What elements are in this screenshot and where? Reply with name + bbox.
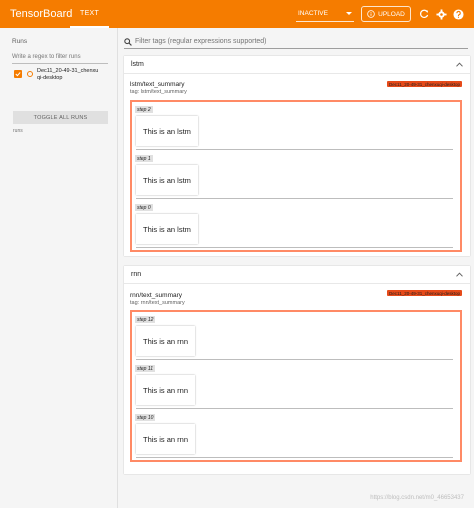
help-icon[interactable]: [452, 8, 464, 20]
step-content: This is an lstm: [136, 116, 453, 150]
step-content: This is an rnn: [136, 424, 453, 458]
step-entry: step 2 This is an lstm: [135, 106, 453, 152]
step-entry: step 10 This is an rnn: [135, 414, 453, 460]
category-name: lstm: [131, 61, 144, 68]
text-value: This is an lstm: [136, 214, 198, 244]
upload-label: UPLOAD: [378, 10, 405, 18]
upload-button[interactable]: UPLOAD: [361, 6, 411, 22]
check-icon: [15, 72, 21, 77]
step-content: This is an lstm: [136, 165, 453, 199]
runs-footer-label: runs: [13, 128, 23, 134]
summary-tag: tag: rnn/text_summary: [130, 300, 185, 306]
text-summary-panel: step 12 This is an rnn step 11 This is a…: [130, 310, 462, 462]
run-regex-input[interactable]: Write a regex to filter runs: [12, 51, 108, 64]
category-name: rnn: [131, 271, 142, 278]
chevron-down-icon: [346, 11, 352, 15]
category-header[interactable]: rnn: [124, 266, 470, 284]
info-icon: [367, 10, 375, 18]
text-summary-panel: step 2 This is an lstm step 1 This is an…: [130, 100, 462, 252]
status-select-value: INACTIVE: [298, 10, 328, 17]
tab-text[interactable]: TEXT: [70, 0, 110, 28]
step-label: step 2: [135, 106, 153, 113]
text-value: This is an lstm: [136, 165, 198, 195]
category-card-lstm: lstm lstm/text_summary tag: lstm/text_su…: [124, 56, 470, 256]
toggle-all-runs-button[interactable]: TOGGLE ALL RUNS: [13, 111, 108, 124]
status-select[interactable]: INACTIVE: [296, 6, 354, 22]
step-content: This is an rnn: [136, 326, 453, 360]
run-name: Dec11_20-49-31_chenxuqi-desktop: [37, 68, 99, 81]
step-label: step 11: [135, 365, 156, 372]
step-label: step 1: [135, 155, 153, 162]
step-entry: step 1 This is an lstm: [135, 155, 453, 201]
step-entry: step 11 This is an rnn: [135, 365, 453, 411]
text-value: This is an lstm: [136, 116, 198, 146]
step-entry: step 0 This is an lstm: [135, 204, 453, 250]
chevron-up-icon[interactable]: [456, 272, 463, 277]
gear-icon[interactable]: [435, 8, 447, 20]
tag-filter-input[interactable]: Filter tags (regular expressions support…: [135, 38, 267, 45]
summary-title: rnn/text_summary: [130, 292, 183, 299]
text-value: This is an rnn: [136, 375, 196, 405]
tag-filter[interactable]: Filter tags (regular expressions support…: [124, 35, 468, 49]
category-card-rnn: rnn rnn/text_summary tag: rnn/text_summa…: [124, 266, 470, 474]
search-icon: [124, 37, 132, 46]
step-content: This is an rnn: [136, 375, 453, 409]
run-checkbox[interactable]: [14, 70, 22, 78]
step-label: step 12: [135, 316, 156, 323]
chevron-up-icon[interactable]: [456, 62, 463, 67]
step-label: step 0: [135, 204, 153, 211]
refresh-icon[interactable]: [418, 8, 430, 20]
runs-sidebar: Runs Write a regex to filter runs Dec11_…: [0, 28, 118, 508]
step-content: This is an lstm: [136, 214, 453, 248]
watermark-text: https://blog.csdn.net/m0_46653437: [370, 495, 464, 501]
run-color-dot[interactable]: [27, 71, 33, 77]
step-label: step 10: [135, 414, 156, 421]
run-badge: Dec11_20-49-31_chenxuqi-desktop: [387, 81, 462, 87]
runs-heading: Runs: [12, 38, 28, 45]
app-title: TensorBoard: [10, 8, 73, 20]
summary-title: lstm/text_summary: [130, 81, 185, 88]
top-app-bar: TensorBoard TEXT INACTIVE UPLOAD: [0, 0, 474, 28]
run-badge: Dec11_20-49-31_chenxuqi-desktop: [387, 290, 462, 296]
step-entry: step 12 This is an rnn: [135, 316, 453, 362]
summary-tag: tag: lstm/text_summary: [130, 89, 187, 95]
text-value: This is an rnn: [136, 326, 196, 356]
run-item[interactable]: Dec11_20-49-31_chenxuqi-desktop: [14, 68, 112, 88]
category-header[interactable]: lstm: [124, 56, 470, 74]
text-value: This is an rnn: [136, 424, 196, 454]
